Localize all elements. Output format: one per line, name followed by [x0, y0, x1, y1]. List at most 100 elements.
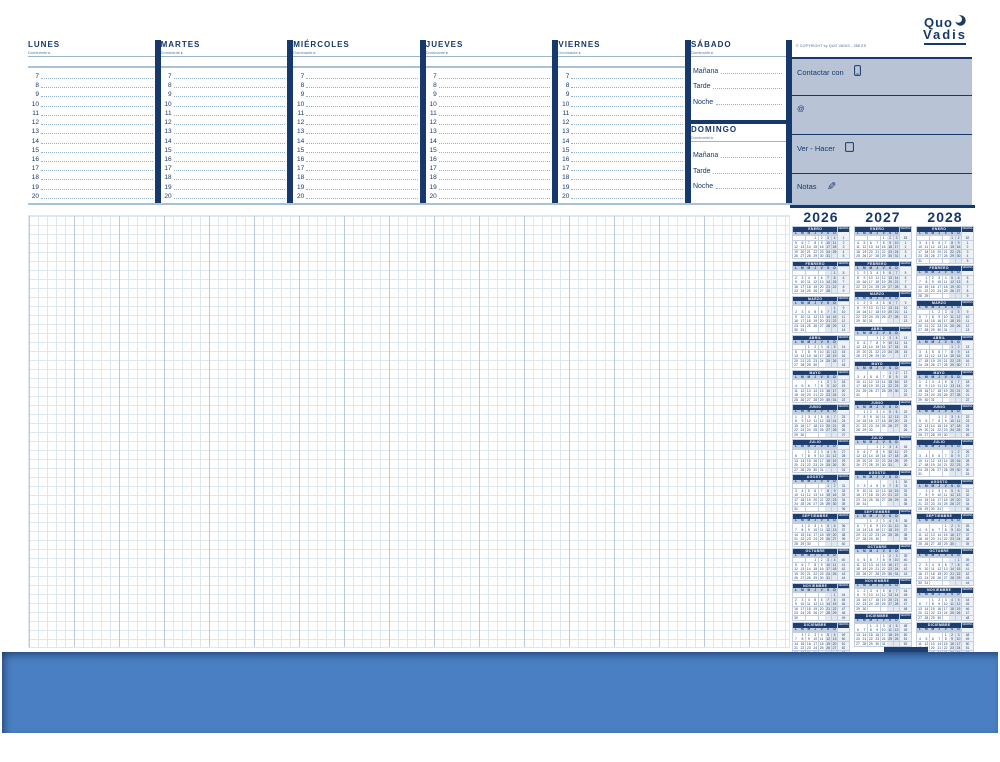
- day-cell: 14: [793, 533, 799, 537]
- week-number: 27: [838, 450, 849, 454]
- day-cell: 28: [793, 542, 799, 546]
- month-marzo-2028: MARZOSEMANALMMJVSD1234596789101112101314…: [916, 300, 974, 333]
- day-cell: 5: [881, 301, 887, 305]
- day-cell: 11: [881, 415, 887, 419]
- hour-writing-line: [439, 78, 551, 79]
- week-column-header: SEMANA: [962, 623, 973, 628]
- weekday-letter: D: [956, 306, 962, 310]
- week-number-spacer: [900, 441, 911, 445]
- day-cell: 16: [806, 533, 812, 537]
- weekday-letter: M: [923, 341, 929, 345]
- day-cell: 5: [812, 310, 818, 314]
- day-cell: 14: [930, 424, 936, 428]
- day-cell: 17: [832, 389, 838, 393]
- day-cell: 12: [861, 563, 867, 567]
- day-cell: 11: [949, 602, 955, 606]
- day-cell: 1: [855, 301, 861, 305]
- day-cell: 29: [819, 398, 825, 402]
- day-cell: 31: [917, 259, 923, 263]
- day-cell: 10: [923, 567, 929, 571]
- day-cell: [799, 616, 805, 620]
- day-cell: 24: [881, 637, 887, 641]
- day-cell: [799, 271, 805, 275]
- weekday-letter: L: [855, 584, 861, 588]
- weekday-letter: D: [832, 519, 838, 523]
- day-cell: 30: [793, 616, 799, 620]
- day-cell: 22: [832, 285, 838, 289]
- week-number: 1: [900, 241, 911, 245]
- day-cell: 22: [887, 384, 893, 388]
- day-cell: 4: [825, 450, 831, 454]
- hour-row: 19: [293, 183, 418, 191]
- weekday-letter: J: [812, 480, 818, 484]
- weekday-letter: J: [874, 515, 880, 519]
- day-cell: 7: [930, 419, 936, 423]
- weekday-letter: V: [819, 376, 825, 380]
- week-number: 52: [838, 646, 849, 650]
- day-cell: [943, 259, 949, 263]
- weekday-letter: V: [819, 554, 825, 558]
- weekday-letter: M: [930, 410, 936, 414]
- day-cell: [917, 489, 923, 493]
- weekday-letter: M: [806, 410, 812, 414]
- weekday-letter: V: [943, 554, 949, 558]
- day-cell: 8: [930, 315, 936, 319]
- day-cell: 27: [793, 363, 799, 367]
- slot-label: Tarde: [693, 83, 714, 90]
- weekday-letter: M: [868, 332, 874, 336]
- weekday-letter: S: [887, 584, 893, 588]
- day-cell: 12: [930, 354, 936, 358]
- day-cell: 16: [832, 493, 838, 497]
- day-cell: 5: [894, 624, 900, 628]
- day-cell: 7: [917, 280, 923, 284]
- day-cell: 19: [943, 389, 949, 393]
- weekday-letter: S: [949, 485, 955, 489]
- weekday-letter: L: [917, 410, 923, 414]
- day-cell: 1: [943, 633, 949, 637]
- hour-writing-line: [174, 115, 286, 116]
- week-number: 17: [962, 363, 973, 367]
- day-cell: 27: [930, 542, 936, 546]
- day-cell: 25: [923, 468, 929, 472]
- day-cell: 22: [930, 324, 936, 328]
- week-number: 42: [900, 567, 911, 571]
- day-cell: 31: [825, 576, 831, 580]
- day-cell: 12: [881, 593, 887, 597]
- day-cell: [887, 502, 893, 506]
- weekday-letter: D: [894, 232, 900, 236]
- day-cell: 28: [868, 354, 874, 358]
- day-cell: 29: [868, 642, 874, 646]
- day-cell: 26: [855, 463, 861, 467]
- day-cell: [855, 624, 861, 628]
- day-cell: [825, 328, 831, 332]
- hour-label: 17: [28, 165, 41, 172]
- day-cell: 6: [936, 241, 942, 245]
- day-cell: 8: [812, 563, 818, 567]
- weekday-letter: S: [887, 367, 893, 371]
- day-cell: 29: [881, 254, 887, 258]
- day-cell: 11: [894, 450, 900, 454]
- weekday-letter: M: [861, 584, 867, 588]
- day-cell: 5: [855, 341, 861, 345]
- day-cell: 17: [923, 572, 929, 576]
- week-number: 13: [962, 328, 973, 332]
- day-cell: 31: [861, 502, 867, 506]
- week-number: 49: [838, 633, 849, 637]
- day-cell: 5: [793, 241, 799, 245]
- day-cell: 8: [894, 484, 900, 488]
- day-cell: 1: [887, 371, 893, 375]
- day-cell: [812, 328, 818, 332]
- hour-writing-line: [41, 143, 153, 144]
- week-number: 17: [838, 359, 849, 363]
- hour-writing-line: [41, 161, 153, 162]
- week-number-spacer: [962, 410, 973, 414]
- day-cell: 6: [832, 524, 838, 528]
- weekday-letter: M: [799, 302, 805, 306]
- hour-writing-line: [41, 115, 153, 116]
- weekday-letter: L: [917, 445, 923, 449]
- hour-writing-line: [174, 106, 286, 107]
- day-cell: [956, 398, 962, 402]
- day-cell: 6: [825, 415, 831, 419]
- day-cell: 18: [806, 285, 812, 289]
- week-number: 20: [962, 389, 973, 393]
